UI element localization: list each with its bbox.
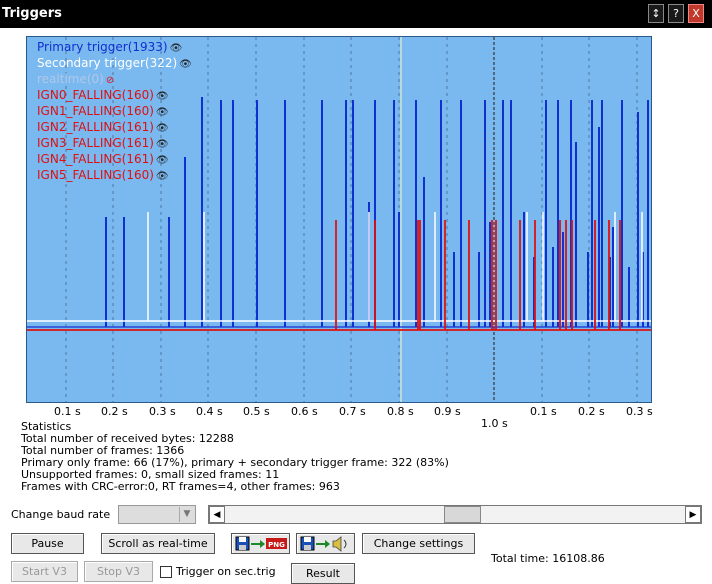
x-tick-label: 0.2 s: [101, 405, 128, 418]
legend-item-ign5[interactable]: IGN5_FALLING(160) 👁: [37, 168, 192, 184]
legend-item-ign0[interactable]: IGN0_FALLING(160) 👁: [37, 88, 192, 104]
total-time: Total time: 16108.86: [491, 552, 605, 565]
hidden-eye-icon[interactable]: ⊘: [106, 75, 114, 86]
x-tick-label: 0.1 s: [54, 405, 81, 418]
eye-icon[interactable]: 👁: [156, 123, 169, 134]
statistics-panel: Statistics Total number of received byte…: [21, 421, 449, 493]
window-title: Triggers: [2, 6, 62, 21]
png-export-icon: PNG: [235, 536, 287, 551]
x-major-label: 1.0 s: [481, 417, 508, 430]
trigger-legend: Primary trigger(1933) 👁 Secondary trigger…: [37, 40, 192, 184]
x-tick-label: 0.5 s: [243, 405, 270, 418]
x-tick-label: 0.8 s: [387, 405, 414, 418]
scroll-right-icon[interactable]: ▶: [685, 506, 701, 523]
eye-icon[interactable]: 👁: [179, 59, 192, 70]
eye-icon[interactable]: 👁: [170, 43, 183, 54]
resize-button[interactable]: ↕: [648, 4, 664, 23]
x-tick-label: 0.3 s: [626, 405, 653, 418]
legend-item-realtime[interactable]: realtime(0) ⊘: [37, 72, 192, 88]
legend-item-ign2[interactable]: IGN2_FALLING(161) 👁: [37, 120, 192, 136]
pause-button[interactable]: Pause: [11, 533, 84, 554]
eye-icon[interactable]: 👁: [156, 139, 169, 150]
x-tick-label: 0.6 s: [291, 405, 318, 418]
x-tick-label: 0.2 s: [578, 405, 605, 418]
trigger-plot[interactable]: Primary trigger(1933) 👁 Secondary trigger…: [26, 36, 652, 403]
change-settings-button[interactable]: Change settings: [362, 533, 475, 554]
x-tick-label: 0.4 s: [196, 405, 223, 418]
scrollbar-thumb[interactable]: [444, 506, 481, 523]
save-png-button[interactable]: PNG: [231, 533, 290, 554]
baud-rate-select[interactable]: ▼: [118, 505, 196, 524]
result-button[interactable]: Result: [291, 563, 355, 584]
scroll-realtime-button[interactable]: Scroll as real-time: [101, 533, 215, 554]
png-badge: PNG: [268, 541, 285, 549]
eye-icon[interactable]: 👁: [156, 107, 169, 118]
scroll-left-icon[interactable]: ◀: [209, 506, 225, 523]
close-button[interactable]: X: [688, 4, 704, 23]
chevron-down-icon[interactable]: ▼: [179, 507, 194, 522]
legend-item-ign3[interactable]: IGN3_FALLING(161) 👁: [37, 136, 192, 152]
stop-v3-button[interactable]: Stop V3: [84, 561, 153, 582]
x-tick-label: 0.7 s: [339, 405, 366, 418]
stat-crc: Frames with CRC-error:0, RT frames=4, ot…: [21, 480, 340, 493]
x-tick-label: 0.9 s: [434, 405, 461, 418]
baud-rate-label: Change baud rate: [11, 508, 111, 521]
time-scrollbar[interactable]: ◀ ▶: [208, 505, 702, 524]
eye-icon[interactable]: 👁: [156, 91, 169, 102]
legend-item-primary[interactable]: Primary trigger(1933) 👁: [37, 40, 192, 56]
legend-item-ign1[interactable]: IGN1_FALLING(160) 👁: [37, 104, 192, 120]
x-tick-label: 0.1 s: [530, 405, 557, 418]
title-bar: Triggers ↕ ? X: [0, 0, 712, 28]
eye-icon[interactable]: 👁: [156, 155, 169, 166]
save-sound-button[interactable]: [296, 533, 355, 554]
speaker-icon: [300, 536, 347, 552]
eye-icon[interactable]: 👁: [156, 171, 169, 182]
help-button[interactable]: ?: [668, 4, 684, 23]
x-tick-label: 0.3 s: [149, 405, 176, 418]
trigger-sec-label: Trigger on sec.trig: [176, 565, 276, 578]
legend-item-secondary[interactable]: Secondary trigger(322) 👁: [37, 56, 192, 72]
legend-item-ign4[interactable]: IGN4_FALLING(161) 👁: [37, 152, 192, 168]
trigger-sec-checkbox[interactable]: [160, 566, 172, 578]
start-v3-button[interactable]: Start V3: [11, 561, 78, 582]
